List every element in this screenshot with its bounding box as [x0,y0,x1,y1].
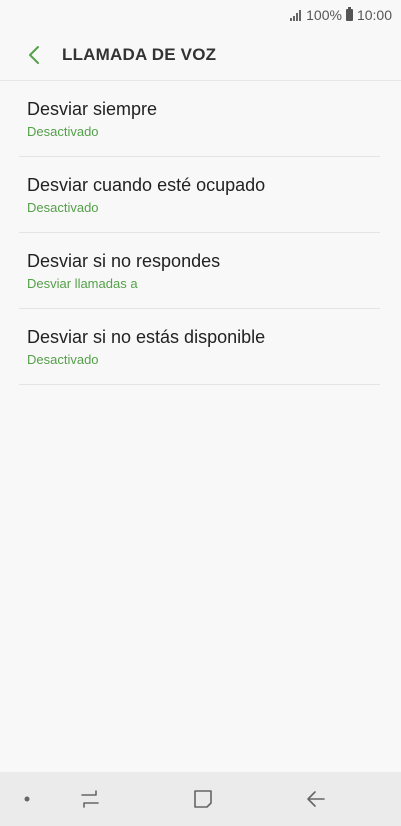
back-arrow-icon [307,791,325,807]
item-title: Desviar siempre [27,98,158,119]
back-button[interactable] [14,35,54,75]
item-status: Desactivado [27,351,99,367]
clock: 10:00 [356,7,392,23]
chevron-left-icon [29,46,39,64]
list-item-desviar-no-disponible[interactable]: Desviar si no estás disponible Desactiva… [19,309,380,385]
signal-icon [289,9,302,21]
list-item-desviar-siempre[interactable]: Desviar siempre Desactivado [19,81,380,157]
screen: 100% 10:00 LLAMADA DE VOZ Desviar siempr… [0,0,401,826]
recent-apps-button[interactable] [70,779,110,819]
status-bar: 100% 10:00 [0,0,401,30]
dot-button[interactable] [7,779,47,819]
home-icon [194,790,212,808]
recent-apps-icon [81,790,99,808]
list-item-desviar-no-respondes[interactable]: Desviar si no respondes Desviar llamadas… [19,233,380,309]
forwarding-options-list: Desviar siempre Desactivado Desviar cuan… [19,81,380,385]
dot-icon [24,796,30,802]
list-item-desviar-ocupado[interactable]: Desviar cuando esté ocupado Desactivado [19,157,380,233]
item-title: Desviar cuando esté ocupado [27,174,266,195]
back-nav-button[interactable] [296,779,336,819]
item-status: Desactivado [27,123,99,139]
page-title: LLAMADA DE VOZ [62,45,217,64]
app-header: LLAMADA DE VOZ [0,30,401,81]
item-title: Desviar si no respondes [27,250,221,271]
home-button[interactable] [183,779,223,819]
item-status: Desactivado [27,199,99,215]
battery-icon [345,7,353,21]
battery-percent: 100% [306,7,342,23]
item-status: Desviar llamadas a [27,275,138,291]
navigation-bar [0,772,401,826]
item-title: Desviar si no estás disponible [27,326,266,347]
